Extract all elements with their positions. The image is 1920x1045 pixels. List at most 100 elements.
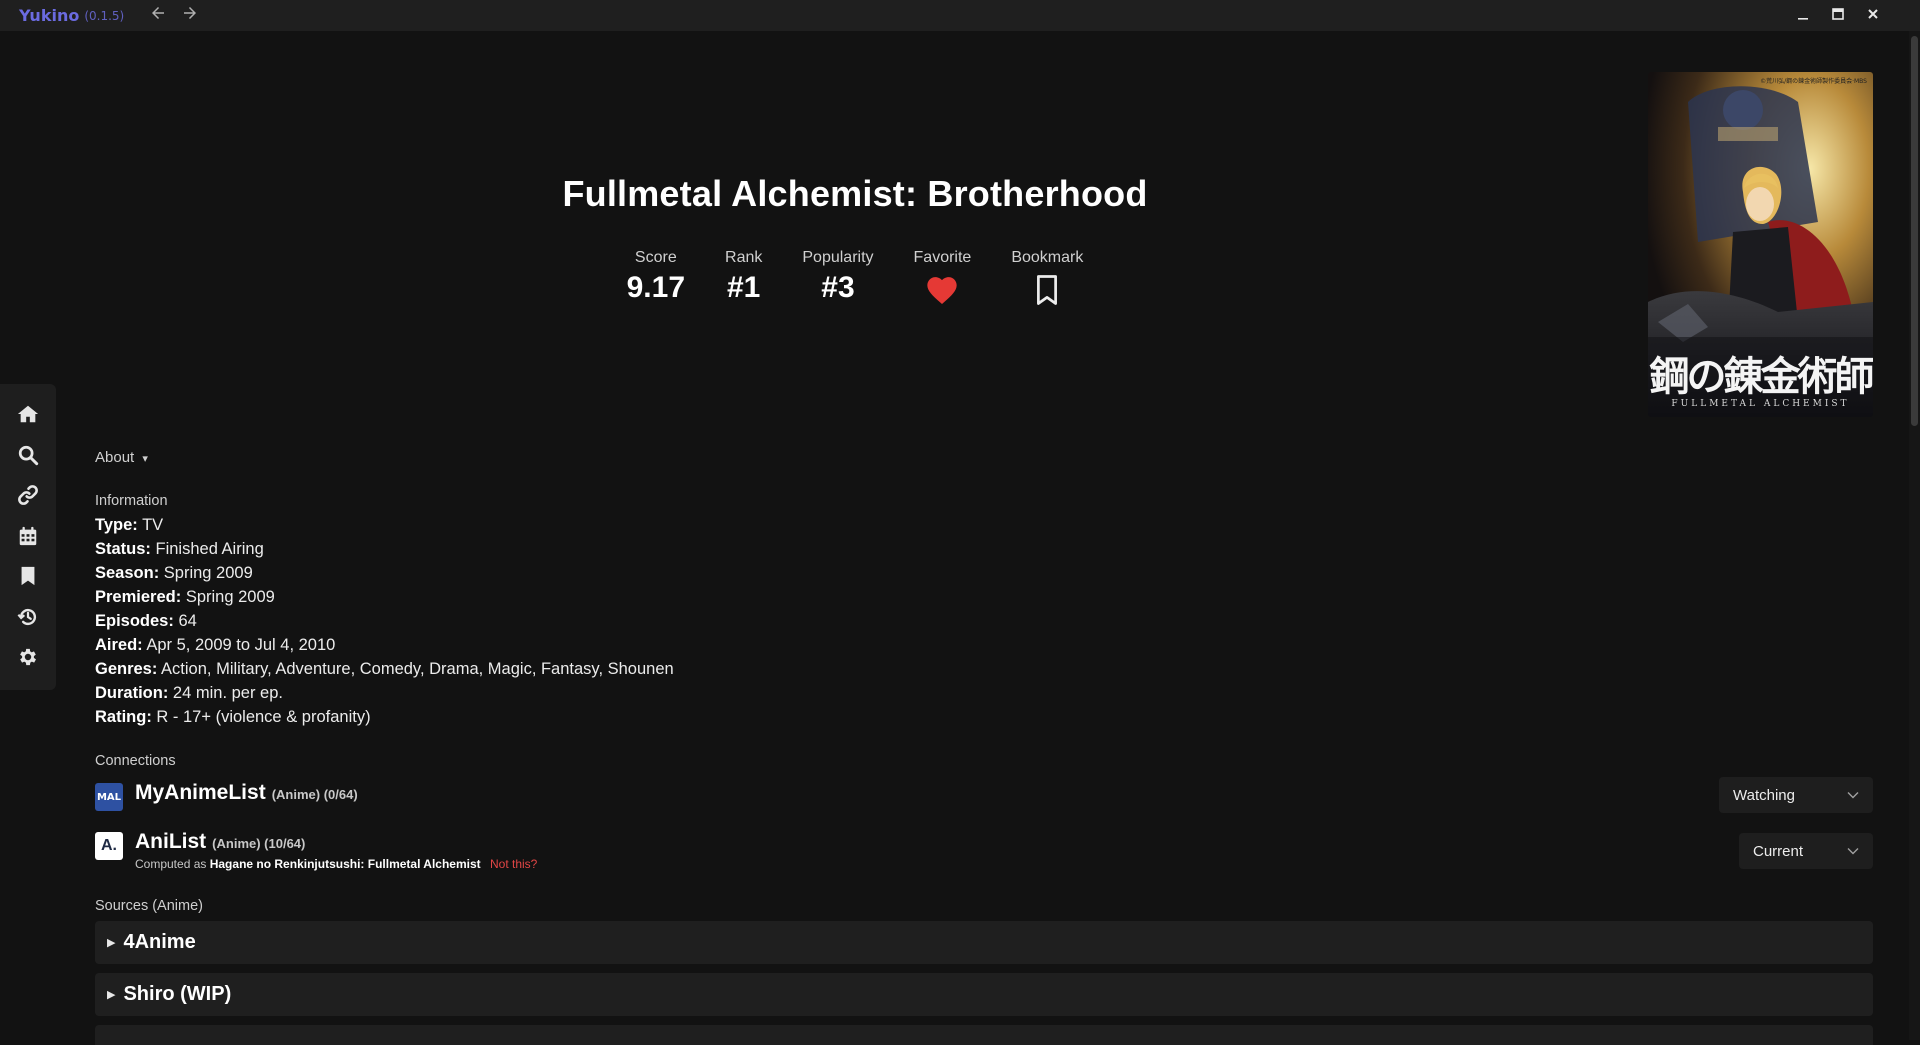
stat-popularity: Popularity #3	[802, 249, 873, 307]
stat-rank: Rank #1	[725, 249, 762, 307]
info-value: Spring 2009	[185, 588, 275, 606]
connection-title: MyAnimeList (Anime) (0/64)	[135, 781, 358, 805]
link-icon[interactable]	[14, 481, 42, 509]
info-row: Episodes: 64	[95, 609, 674, 633]
forward-arrow-icon[interactable]	[181, 4, 199, 27]
computed-title: Hagane no Renkinjutsushi: Fullmetal Alch…	[209, 857, 481, 871]
sources-heading: Sources (Anime)	[95, 898, 203, 914]
source-item[interactable]: ▶ Shiro (WIP)	[95, 973, 1873, 1016]
close-button[interactable]	[1855, 8, 1890, 24]
favorite-heart-icon[interactable]	[914, 273, 972, 307]
connection-myanimelist: MAL MyAnimeList (Anime) (0/64) Watching	[95, 777, 1873, 817]
info-value: R - 17+ (violence & profanity)	[156, 708, 371, 726]
stat-bookmark: Bookmark	[1011, 249, 1083, 307]
history-icon[interactable]	[14, 603, 42, 631]
source-item[interactable]: ▶ 4Anime	[95, 921, 1873, 964]
info-value: Apr 5, 2009 to Jul 4, 2010	[146, 636, 336, 654]
info-key: Status:	[95, 540, 151, 558]
caret-right-icon: ▶	[107, 936, 116, 949]
bookmark-outline-icon[interactable]	[1011, 273, 1083, 307]
info-value: Spring 2009	[163, 564, 253, 582]
select-value: Current	[1753, 842, 1804, 860]
info-key: Type:	[95, 516, 138, 534]
calendar-icon[interactable]	[14, 522, 42, 550]
connection-meta: (Anime) (0/64)	[271, 787, 358, 802]
caret-right-icon: ▶	[107, 988, 116, 1001]
computed-prefix: Computed as	[135, 857, 207, 871]
bookmark-icon[interactable]	[14, 562, 42, 590]
cover-image: ©荒川弘/鋼の錬金術師製作委員会·MBS 鋼の錬金術師 FULLMETAL AL…	[1648, 72, 1873, 417]
info-value: 64	[178, 612, 197, 630]
info-key: Premiered:	[95, 588, 182, 606]
about-label: About	[95, 449, 135, 466]
app-name: Yukino	[19, 6, 80, 25]
stat-label: Bookmark	[1011, 249, 1084, 266]
info-row: Duration: 24 min. per ep.	[95, 681, 674, 705]
anilist-status-select[interactable]: Current	[1739, 833, 1873, 869]
stats-row: Score 9.17 Rank #1 Popularity #3 Favorit…	[95, 249, 1615, 307]
back-arrow-icon[interactable]	[149, 4, 167, 27]
page-title: Fullmetal Alchemist: Brotherhood	[562, 173, 1148, 214]
info-value: 24 min. per ep.	[172, 684, 283, 702]
computed-as-line: Computed as Hagane no Renkinjutsushi: Fu…	[135, 857, 537, 871]
info-key: Aired:	[95, 636, 143, 654]
information-list: Type: TV Status: Finished Airing Season:…	[95, 513, 674, 729]
stat-label: Favorite	[913, 249, 972, 266]
source-item-partial[interactable]	[95, 1025, 1873, 1045]
info-row: Genres: Action, Military, Adventure, Com…	[95, 657, 674, 681]
myanimelist-logo-icon: MAL	[95, 783, 123, 811]
info-row: Type: TV	[95, 513, 674, 537]
stat-score: Score 9.17	[627, 249, 685, 307]
not-this-link[interactable]: Not this?	[490, 857, 537, 871]
poster-kanji: 鋼の錬金術師	[1649, 353, 1874, 400]
source-name: 4Anime	[123, 931, 196, 953]
info-row: Season: Spring 2009	[95, 561, 674, 585]
info-value: Action, Military, Adventure, Comedy, Dra…	[161, 660, 674, 678]
stat-favorite: Favorite	[913, 249, 972, 307]
select-value: Watching	[1733, 786, 1795, 804]
info-value: TV	[142, 516, 164, 534]
rank-value: #1	[727, 271, 761, 304]
window-controls	[1785, 0, 1890, 31]
score-value: 9.17	[626, 271, 686, 304]
about-dropdown[interactable]: About ▾	[95, 449, 148, 466]
mal-status-select[interactable]: Watching	[1719, 777, 1873, 813]
connection-name: AniList	[135, 830, 207, 853]
chevron-down-icon	[1847, 848, 1859, 855]
anilist-logo-icon: A.	[95, 832, 123, 860]
connections-heading: Connections	[95, 753, 176, 769]
stat-label: Rank	[725, 249, 763, 266]
info-row: Premiered: Spring 2009	[95, 585, 674, 609]
info-key: Duration:	[95, 684, 169, 702]
poster-subtitle: FULLMETAL ALCHEMIST	[1671, 399, 1850, 409]
connection-title: AniList (Anime) (10/64)	[135, 830, 305, 854]
search-icon[interactable]	[14, 441, 42, 469]
scrollbar-thumb[interactable]	[1911, 36, 1918, 426]
minimize-button[interactable]	[1785, 8, 1820, 24]
info-key: Season:	[95, 564, 160, 582]
connection-meta: (Anime) (10/64)	[212, 836, 306, 851]
info-value: Finished Airing	[155, 540, 264, 558]
info-row: Status: Finished Airing	[95, 537, 674, 561]
gear-icon[interactable]	[14, 643, 42, 671]
stat-label: Score	[634, 249, 677, 266]
information-heading: Information	[95, 493, 168, 509]
connection-anilist: A. AniList (Anime) (10/64) Computed as Ha…	[95, 826, 1873, 871]
home-icon[interactable]	[14, 400, 42, 428]
info-row: Aired: Apr 5, 2009 to Jul 4, 2010	[95, 633, 674, 657]
stat-label: Popularity	[802, 249, 874, 266]
source-name: Shiro (WIP)	[123, 983, 232, 1005]
chevron-down-icon	[1847, 792, 1859, 799]
poster-copyright: ©荒川弘/鋼の錬金術師製作委員会·MBS	[1760, 78, 1867, 85]
maximize-button[interactable]	[1820, 7, 1855, 24]
info-row: Rating: R - 17+ (violence & profanity)	[95, 705, 674, 729]
caret-down-icon: ▾	[142, 453, 148, 465]
popularity-value: #3	[821, 271, 855, 304]
app-version: (0.1.5)	[84, 8, 125, 23]
info-key: Genres:	[95, 660, 158, 678]
title-bar: Yukino (0.1.5)	[0, 0, 1920, 31]
info-key: Rating:	[95, 708, 152, 726]
connection-name: MyAnimeList	[135, 781, 266, 804]
sidebar	[0, 384, 56, 690]
info-key: Episodes:	[95, 612, 174, 630]
